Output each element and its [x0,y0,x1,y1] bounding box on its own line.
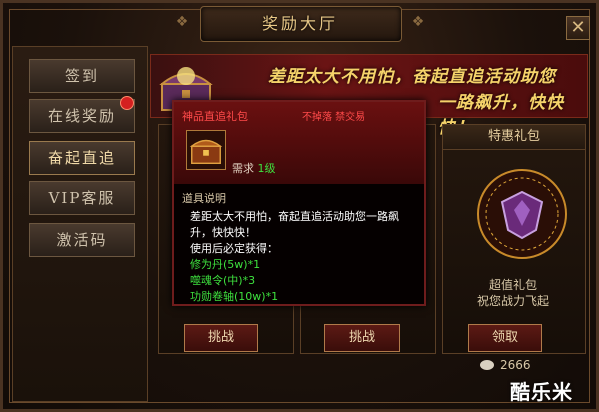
challenge-button-left[interactable]: 挑战 [184,324,258,352]
reward-item: 功勋卷轴(10w)*1 [190,290,279,303]
description-line: 升，快快快！ [190,226,256,239]
window-title: 奖励大厅 [261,14,338,33]
description-line: 使用后必定获得： [190,242,278,255]
treasure-chest-icon [186,130,226,170]
item-tooltip: 神品直追礼包 不掉落 禁交易 需求 1级 道具说明 差距太大不用怕，奋起直追活动… [172,100,426,306]
special-pack-header: 特惠礼包 [443,125,585,150]
claim-button[interactable]: 领取 [468,324,542,352]
notification-dot [120,96,134,110]
gift-pack-emblem-icon [477,169,567,259]
sidebar-item-vip-service[interactable]: VIP客服 [29,181,135,215]
item-name: 神品直追礼包 [182,110,248,123]
banner-headline: 差距太大不用怕，奋起直追活动助您 [268,67,556,87]
sidebar-item-activation-code[interactable]: 激活码 [29,223,135,257]
item-flags: 不掉落 禁交易 [302,112,366,123]
sidebar-item-sign-in[interactable]: 签到 [29,59,135,93]
reward-item: 噬魂令(中)*3 [190,274,256,287]
pack-price: 2666 [500,358,531,372]
section-title: 道具说明 [182,192,226,205]
special-pack-subtitle: 超值礼包 [488,278,537,292]
requirement-value: 1级 [257,162,276,175]
title-ornament-right: ❖ [411,14,425,30]
close-button[interactable]: ✕ [566,16,590,40]
special-pack-tagline: 祝您战力飞起 [476,294,549,308]
ingot-icon [480,360,494,370]
challenge-button-middle[interactable]: 挑战 [324,324,400,352]
watermark: 酷乐米 [510,380,573,404]
item-requirement: 需求 1级 [232,160,276,176]
title-ornament-left: ❖ [175,14,189,30]
description-line: 差距太大不用怕，奋起直追活动助您一路飙 [190,210,399,223]
sidebar-item-catch-up[interactable]: 奋起直追 [29,141,135,175]
reward-item: 修为丹(5w)*1 [190,258,261,271]
requirement-label: 需求 [232,162,254,175]
